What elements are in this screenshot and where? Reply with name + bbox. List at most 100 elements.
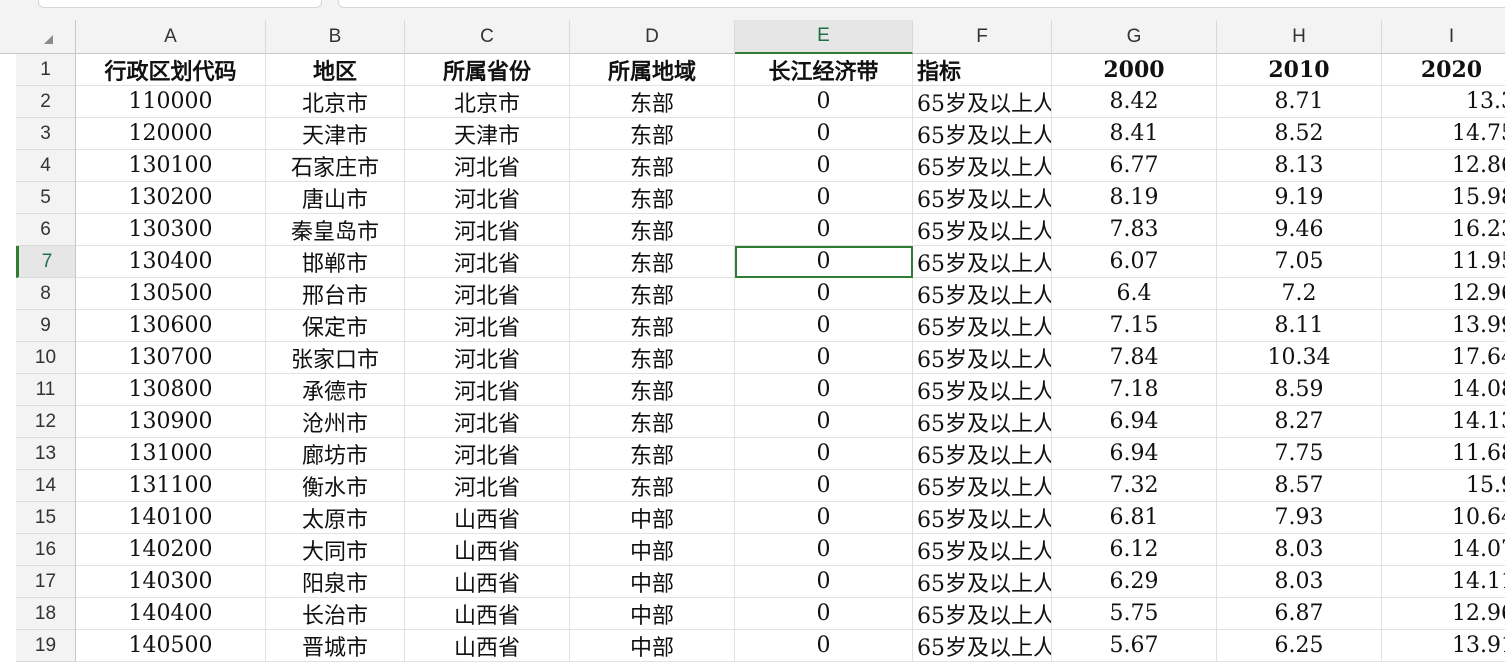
row-header[interactable]: 11	[16, 374, 76, 406]
table-cell[interactable]: 140100	[76, 502, 266, 534]
table-cell[interactable]: 17.64	[1382, 342, 1505, 374]
table-cell[interactable]: 14.07	[1382, 534, 1505, 566]
table-cell[interactable]: 河北省	[405, 342, 570, 374]
table-cell[interactable]: 130900	[76, 406, 266, 438]
row-header[interactable]: 4	[16, 150, 76, 182]
table-cell[interactable]: 0	[735, 310, 913, 342]
table-cell[interactable]: 10.64	[1382, 502, 1505, 534]
table-cell[interactable]: 65岁及以上人	[913, 182, 1052, 214]
table-cell[interactable]: 8.52	[1217, 118, 1382, 150]
table-cell[interactable]: 山西省	[405, 566, 570, 598]
table-cell[interactable]: 山西省	[405, 502, 570, 534]
table-cell[interactable]: 7.05	[1217, 246, 1382, 278]
table-cell[interactable]: 东部	[570, 246, 735, 278]
row-header[interactable]: 10	[16, 342, 76, 374]
table-cell[interactable]: 0	[735, 566, 913, 598]
table-cell[interactable]: 8.03	[1217, 534, 1382, 566]
table-cell[interactable]: 65岁及以上人	[913, 598, 1052, 630]
table-cell[interactable]: 65岁及以上人	[913, 630, 1052, 662]
table-cell[interactable]: 65岁及以上人	[913, 246, 1052, 278]
table-cell[interactable]: 0	[735, 598, 913, 630]
table-cell[interactable]: 65岁及以上人	[913, 86, 1052, 118]
table-cell[interactable]: 65岁及以上人	[913, 278, 1052, 310]
column-header-c[interactable]: C	[405, 20, 570, 54]
table-cell[interactable]: 16.23	[1382, 214, 1505, 246]
table-cell[interactable]: 7.93	[1217, 502, 1382, 534]
table-cell[interactable]: 大同市	[266, 534, 405, 566]
table-cell[interactable]: 0	[735, 86, 913, 118]
column-header-i[interactable]: I	[1382, 20, 1505, 54]
row-header[interactable]: 8	[16, 278, 76, 310]
table-cell[interactable]: 65岁及以上人	[913, 438, 1052, 470]
table-cell[interactable]: 12.86	[1382, 150, 1505, 182]
table-cell[interactable]: 12.96	[1382, 278, 1505, 310]
table-cell[interactable]: 13.99	[1382, 310, 1505, 342]
table-cell[interactable]: 0	[735, 470, 913, 502]
table-cell[interactable]: 东部	[570, 406, 735, 438]
header-cell[interactable]: 指标	[913, 54, 1052, 86]
row-header[interactable]: 9	[16, 310, 76, 342]
table-cell[interactable]: 14.08	[1382, 374, 1505, 406]
table-cell[interactable]: 130600	[76, 310, 266, 342]
table-cell[interactable]: 7.84	[1052, 342, 1217, 374]
table-cell[interactable]: 中部	[570, 534, 735, 566]
table-cell[interactable]: 河北省	[405, 374, 570, 406]
table-cell[interactable]: 山西省	[405, 598, 570, 630]
table-cell[interactable]: 东部	[570, 470, 735, 502]
table-cell[interactable]: 河北省	[405, 438, 570, 470]
table-cell[interactable]: 10.34	[1217, 342, 1382, 374]
row-header[interactable]: 15	[16, 502, 76, 534]
table-cell[interactable]: 8.11	[1217, 310, 1382, 342]
header-cell[interactable]: 2010	[1217, 54, 1382, 86]
table-cell[interactable]: 中部	[570, 502, 735, 534]
table-cell[interactable]: 131100	[76, 470, 266, 502]
table-cell[interactable]: 5.67	[1052, 630, 1217, 662]
table-cell[interactable]: 6.81	[1052, 502, 1217, 534]
row-header[interactable]: 17	[16, 566, 76, 598]
table-cell[interactable]: 0	[735, 278, 913, 310]
table-cell[interactable]: 太原市	[266, 502, 405, 534]
table-cell[interactable]: 65岁及以上人	[913, 566, 1052, 598]
table-cell[interactable]: 8.41	[1052, 118, 1217, 150]
table-cell[interactable]: 中部	[570, 598, 735, 630]
table-cell[interactable]: 东部	[570, 310, 735, 342]
table-cell[interactable]: 6.87	[1217, 598, 1382, 630]
table-cell[interactable]: 8.27	[1217, 406, 1382, 438]
table-cell[interactable]: 山西省	[405, 534, 570, 566]
table-cell[interactable]: 6.4	[1052, 278, 1217, 310]
table-cell[interactable]: 河北省	[405, 470, 570, 502]
table-cell[interactable]: 15.98	[1382, 182, 1505, 214]
table-cell[interactable]: 天津市	[266, 118, 405, 150]
table-cell[interactable]: 山西省	[405, 630, 570, 662]
table-cell[interactable]: 0	[735, 182, 913, 214]
table-cell[interactable]: 130500	[76, 278, 266, 310]
table-cell[interactable]: 东部	[570, 438, 735, 470]
table-cell[interactable]: 河北省	[405, 150, 570, 182]
table-cell[interactable]: 140500	[76, 630, 266, 662]
table-cell[interactable]: 保定市	[266, 310, 405, 342]
table-cell[interactable]: 65岁及以上人	[913, 374, 1052, 406]
table-cell[interactable]: 衡水市	[266, 470, 405, 502]
table-cell[interactable]: 8.19	[1052, 182, 1217, 214]
table-cell[interactable]: 东部	[570, 342, 735, 374]
header-cell[interactable]: 2020	[1382, 54, 1505, 86]
table-cell[interactable]: 沧州市	[266, 406, 405, 438]
table-cell[interactable]: 东部	[570, 374, 735, 406]
table-cell[interactable]: 12.96	[1382, 598, 1505, 630]
header-cell[interactable]: 2000	[1052, 54, 1217, 86]
table-cell[interactable]: 中部	[570, 566, 735, 598]
table-cell[interactable]: 13.91	[1382, 630, 1505, 662]
table-cell[interactable]: 14.13	[1382, 406, 1505, 438]
column-header-d[interactable]: D	[570, 20, 735, 54]
header-cell[interactable]: 行政区划代码	[76, 54, 266, 86]
row-header[interactable]: 1	[16, 54, 76, 86]
table-cell[interactable]: 0	[735, 246, 913, 278]
column-header-f[interactable]: F	[913, 20, 1052, 54]
table-cell[interactable]: 65岁及以上人	[913, 150, 1052, 182]
table-cell[interactable]: 北京市	[405, 86, 570, 118]
table-cell[interactable]: 110000	[76, 86, 266, 118]
table-cell[interactable]: 11.68	[1382, 438, 1505, 470]
table-cell[interactable]: 河北省	[405, 310, 570, 342]
table-cell[interactable]: 130700	[76, 342, 266, 374]
header-cell[interactable]: 长江经济带	[735, 54, 913, 86]
